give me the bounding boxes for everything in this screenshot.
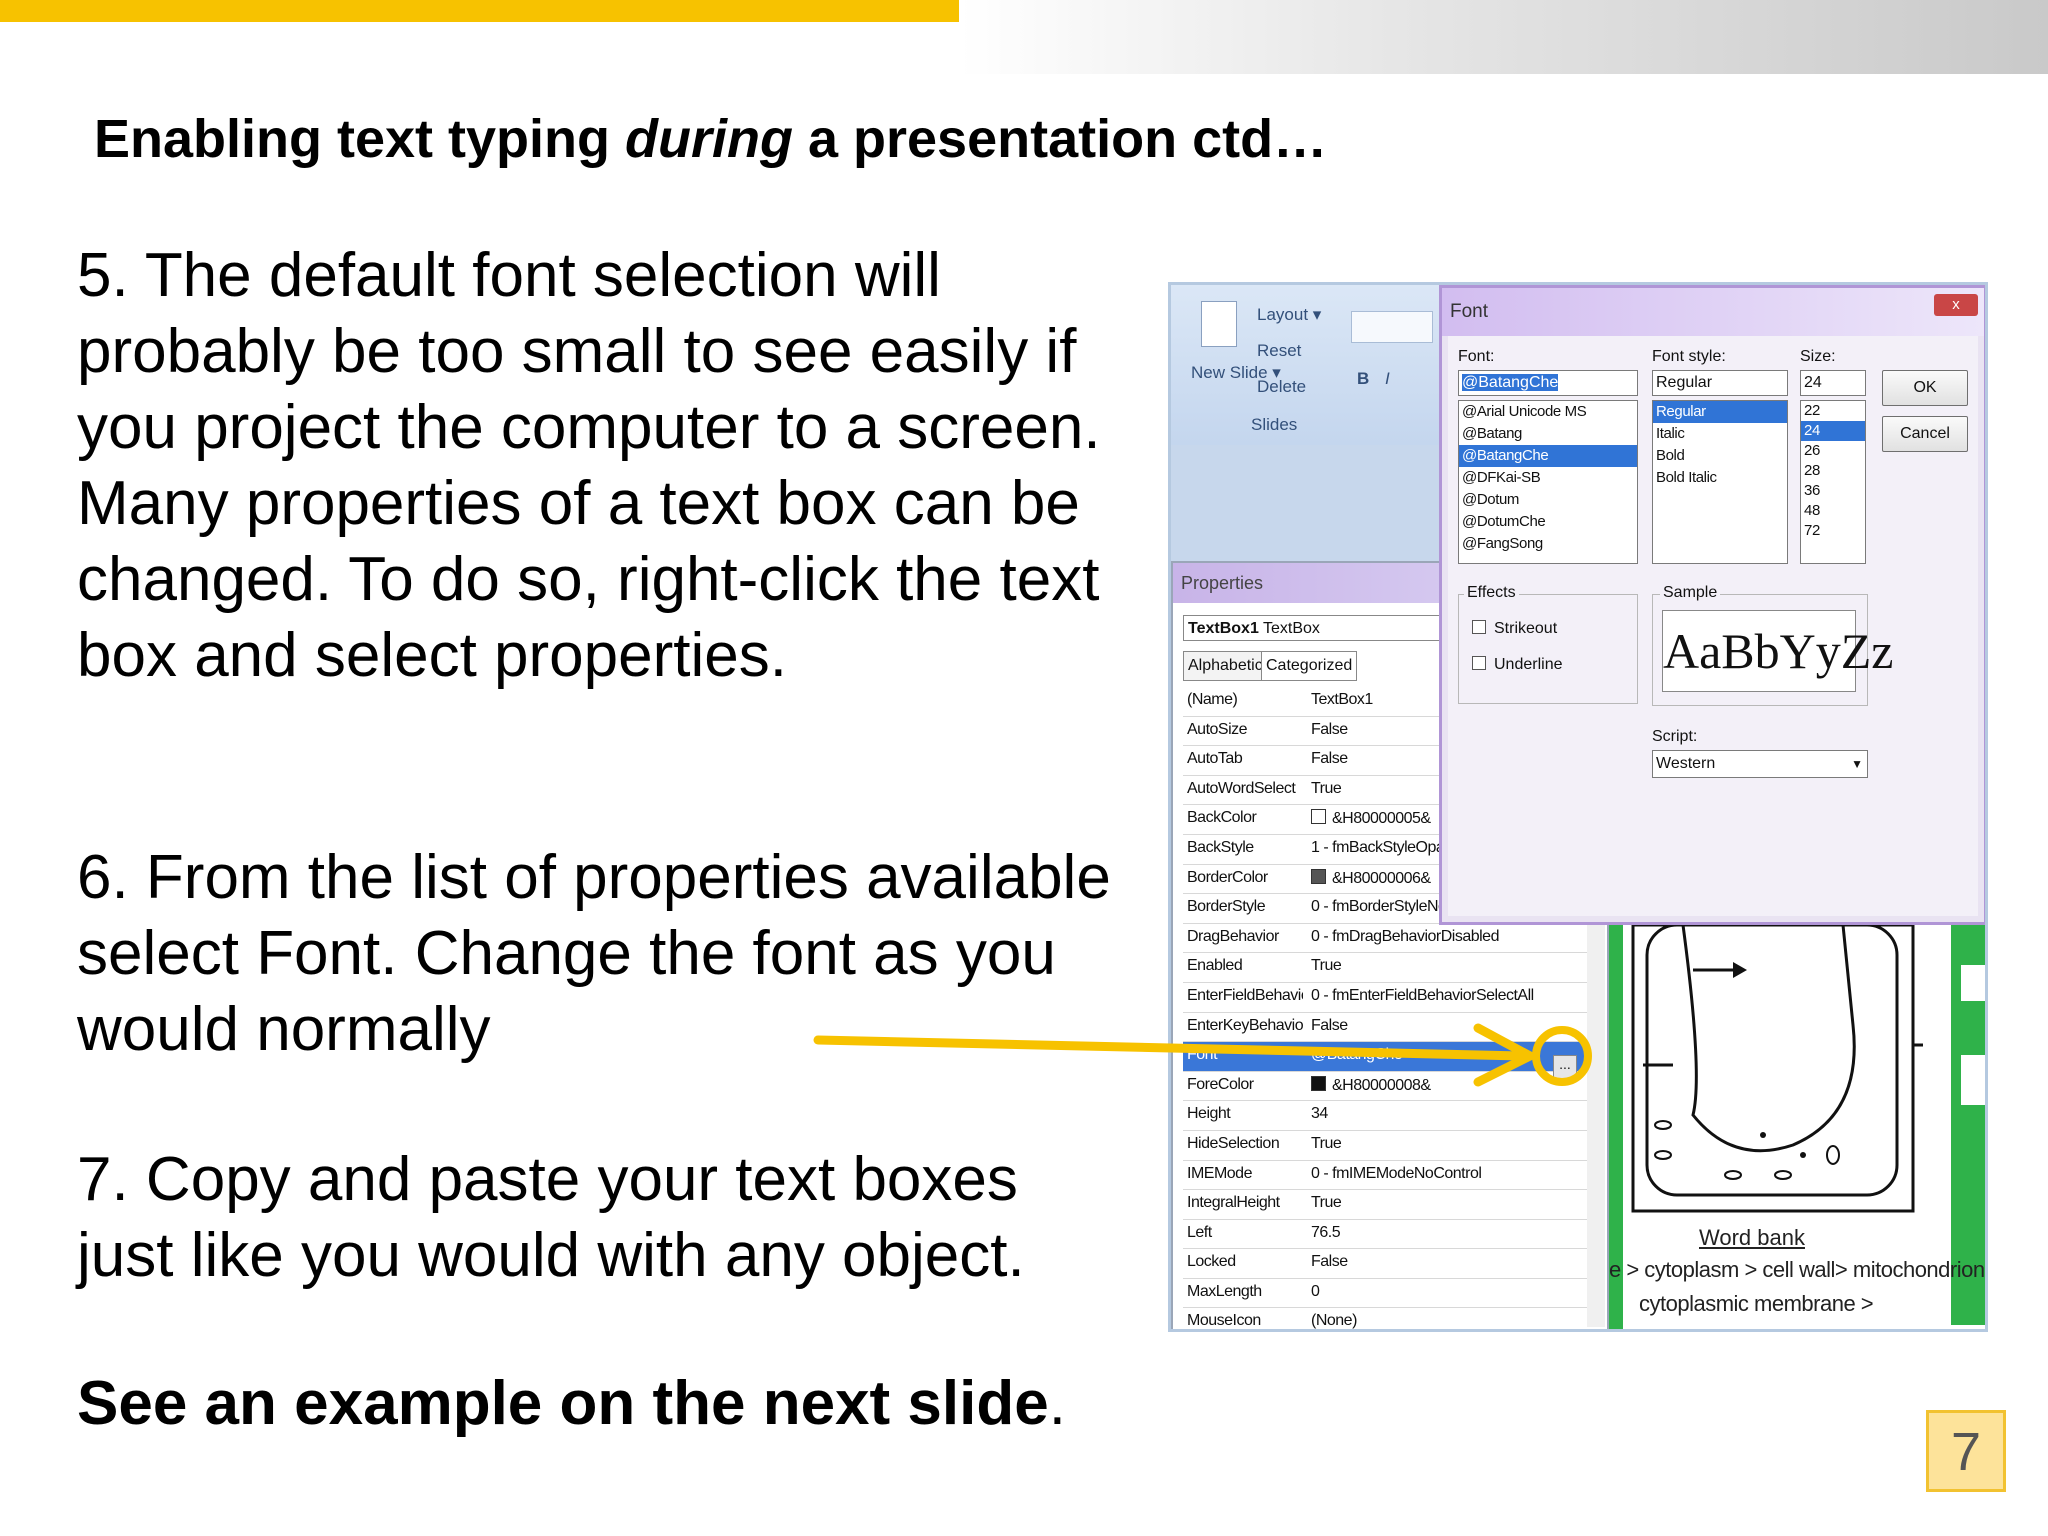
font-dialog: Font x Font: @BatangChe @Arial Unicode M… [1439,285,1985,925]
top-accent-bar [0,0,959,22]
font-ellipsis-button[interactable]: ... [1553,1055,1577,1079]
size-list[interactable]: 22 24 26 28 36 48 72 [1800,400,1866,564]
font-style-item[interactable]: Bold [1653,445,1787,467]
new-slide-icon [1201,301,1237,347]
property-row[interactable]: Left 76.5 [1183,1220,1593,1250]
sample-label: Sample [1660,584,1721,602]
checkbox-icon [1472,656,1486,670]
close-button[interactable]: x [1934,294,1978,316]
property-row[interactable]: DragBehavior 0 - fmDragBehaviorDisabled [1183,924,1593,954]
reset-button[interactable]: Reset [1257,341,1301,361]
property-row-font[interactable]: Font @BatangChe [1183,1042,1593,1072]
property-row[interactable]: ForeColor &H80000008& [1183,1072,1593,1102]
tab-categorized[interactable]: Categorized [1261,651,1358,681]
sample-preview: AaBbYyZz [1662,610,1894,692]
effects-label: Effects [1464,584,1519,602]
property-row[interactable]: Locked False [1183,1249,1593,1279]
layout-button[interactable]: Layout ▾ [1257,305,1321,325]
property-row[interactable]: EnterFieldBehavior 0 - fmEnterFieldBehavi… [1183,983,1593,1013]
strikeout-checkbox[interactable]: Strikeout [1472,620,1557,638]
italic-button[interactable]: I [1385,369,1390,389]
word-bank-line: e > cytoplasm > cell wall> mitochondrion… [1609,1257,1988,1282]
color-swatch [1311,809,1326,825]
font-list-item[interactable]: @FangSong [1459,533,1637,555]
font-list-item[interactable]: @BatangChe [1459,445,1637,467]
font-style-item[interactable]: Bold Italic [1653,467,1787,489]
checkbox-icon [1472,620,1486,634]
property-row[interactable]: HideSelection True [1183,1131,1593,1161]
color-swatch [1311,868,1326,884]
cell-drawing [1631,925,1923,1213]
size-item[interactable]: 22 [1801,401,1865,421]
font-style-item[interactable]: Regular [1653,401,1787,423]
font-label: Font: [1458,348,1495,365]
chevron-down-icon: ▼ [1851,757,1863,771]
size-item[interactable]: 24 [1801,421,1865,441]
word-bank-title: Word bank [1699,1225,1805,1250]
size-item[interactable]: 48 [1801,501,1865,521]
underline-checkbox[interactable]: Underline [1472,656,1562,674]
size-item[interactable]: 28 [1801,461,1865,481]
font-dialog-body: Font: @BatangChe @Arial Unicode MS @Bata… [1448,336,1978,916]
font-list-item[interactable]: @DFKai-SB [1459,467,1637,489]
cell-diagram: Word bank e > cytoplasm > cell wall> mit… [1609,925,1988,1329]
script-select[interactable]: Western ▼ [1652,750,1868,778]
property-row[interactable]: MouseIcon (None) [1183,1308,1593,1329]
font-name-input[interactable]: @BatangChe [1458,370,1638,396]
property-row[interactable]: EnterKeyBehavior False [1183,1013,1593,1043]
screenshot: New Slide ▾ Layout ▾ Reset Delete Slides… [1168,282,1988,1332]
font-name-box[interactable] [1351,311,1433,343]
slides-group-label: Slides [1251,415,1298,434]
effects-group [1458,594,1638,704]
size-label: Size: [1800,348,1836,365]
size-item[interactable]: 26 [1801,441,1865,461]
step-7-text: 7. Copy and paste your text boxes just l… [77,1145,1025,1290]
font-list-item[interactable]: @Arial Unicode MS [1459,401,1637,423]
size-input[interactable]: 24 [1800,370,1866,396]
ok-button[interactable]: OK [1882,370,1968,406]
font-list[interactable]: @Arial Unicode MS @Batang @BatangChe @DF… [1458,400,1638,564]
font-list-item[interactable]: @Dotum [1459,489,1637,511]
gap [1961,965,1985,1001]
font-list-item[interactable]: @Batang [1459,423,1637,445]
tab-alphabetic[interactable]: Alphabetic [1183,651,1268,681]
word-bank-line: cytoplasmic membrane > [1639,1291,1874,1316]
top-gradient-bar [959,0,2048,74]
delete-button[interactable]: Delete [1257,377,1306,397]
property-row[interactable]: Enabled True [1183,953,1593,983]
property-row[interactable]: IMEMode 0 - fmIMEModeNoControl [1183,1161,1593,1191]
font-style-label: Font style: [1652,348,1726,365]
slide-title: Enabling text typing during a presentati… [94,109,1328,169]
step-6-text: 6. From the list of properties available… [77,843,1111,1064]
property-row[interactable]: IntegralHeight True [1183,1190,1593,1220]
step-5-text: 5. The default font selection will proba… [77,241,1101,690]
slides-pane [1171,445,1441,565]
cancel-button[interactable]: Cancel [1882,416,1968,452]
bold-button[interactable]: B [1357,369,1369,389]
script-label: Script: [1652,728,1698,745]
gap [1961,1055,1985,1105]
font-style-item[interactable]: Italic [1653,423,1787,445]
size-item[interactable]: 72 [1801,521,1865,541]
font-list-item[interactable]: @DotumChe [1459,511,1637,533]
color-swatch [1311,1075,1326,1091]
property-row[interactable]: MaxLength 0 [1183,1279,1593,1309]
next-slide-note: See an example on the next slide. [77,1369,1066,1438]
font-dialog-title: Font [1442,288,1984,336]
font-style-input[interactable]: Regular [1652,370,1788,396]
property-row[interactable]: Height 34 [1183,1101,1593,1131]
size-item[interactable]: 36 [1801,481,1865,501]
font-style-list[interactable]: Regular Italic Bold Bold Italic [1652,400,1788,564]
page-number: 7 [1926,1410,2006,1492]
